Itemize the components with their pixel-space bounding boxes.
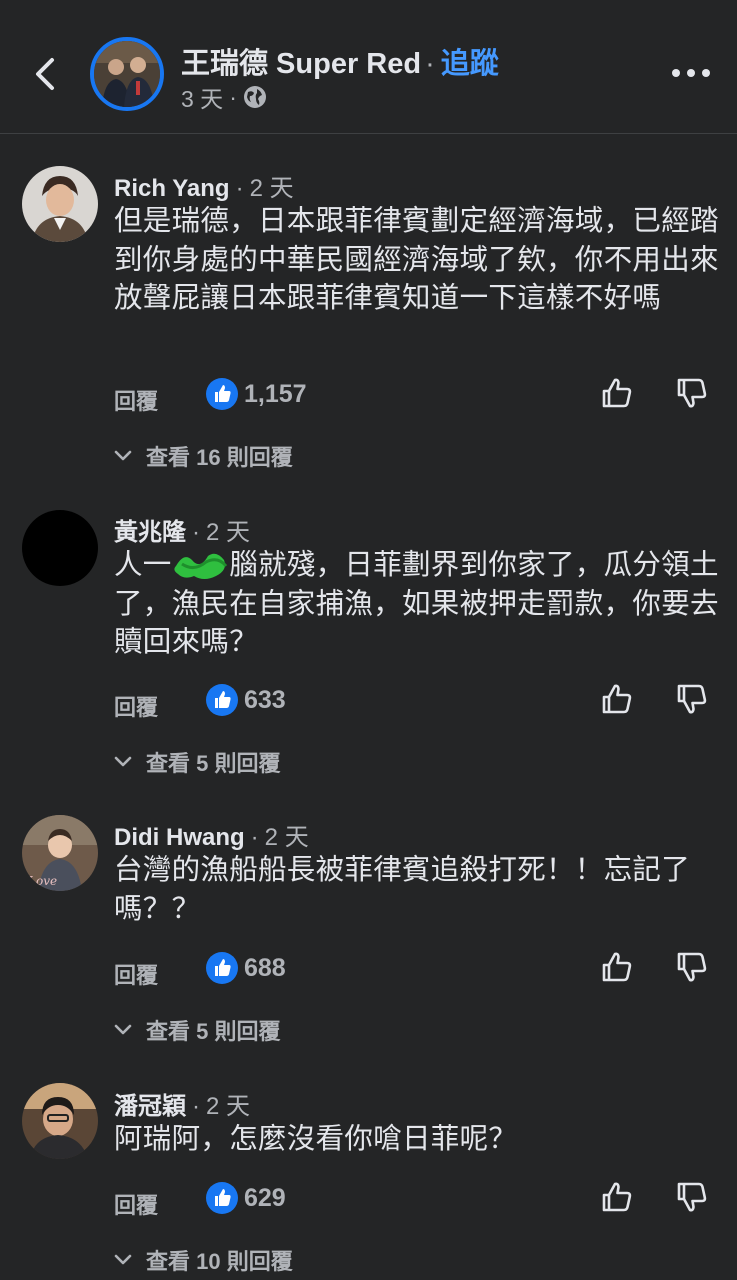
name-dot: · (250, 824, 259, 851)
chevron-left-icon[interactable] (28, 54, 64, 94)
view-replies-button[interactable]: 查看 10 則回覆 (114, 1244, 293, 1276)
comment-text: 台灣的漁船船長被菲律賓追殺打死！！忘記了嗎？？ (114, 854, 691, 925)
chevron-down-icon (114, 1254, 132, 1265)
avatar[interactable] (22, 166, 98, 242)
avatar-photo (22, 510, 98, 586)
commenter-name[interactable]: Didi Hwang (114, 824, 245, 851)
view-replies-label: 查看 16 則回覆 (146, 445, 293, 470)
view-replies-label: 查看 5 則回覆 (146, 751, 281, 776)
view-replies-button[interactable]: 查看 16 則回覆 (114, 440, 293, 472)
name-dot: · (192, 519, 200, 546)
chevron-down-icon (114, 1024, 132, 1035)
page-name[interactable]: 王瑞德 Super Red (181, 48, 421, 80)
name-dot: · (235, 175, 244, 202)
chevron-down-icon (114, 756, 132, 767)
like-count[interactable]: 629 (244, 1184, 286, 1213)
more-horizontal-icon[interactable] (668, 62, 714, 84)
view-replies-label: 查看 5 則回覆 (146, 1019, 281, 1044)
view-replies-button[interactable]: 查看 5 則回覆 (114, 1014, 280, 1046)
like-count[interactable]: 633 (244, 686, 286, 715)
view-replies-label: 查看 10 則回覆 (146, 1249, 293, 1274)
avatar-photo (22, 166, 98, 242)
comment-header: 黃兆隆 · 2 天 (114, 512, 250, 547)
like-reaction-icon (206, 378, 238, 410)
thumbs-up-icon[interactable] (601, 1180, 633, 1214)
like-reaction-icon (206, 684, 238, 716)
comment-actions: 回覆 1,157 (114, 378, 714, 418)
commenter-name[interactable]: 黃兆隆 (114, 519, 186, 546)
comment-time[interactable]: 2 天 (206, 1093, 250, 1120)
page-avatar[interactable] (90, 37, 164, 111)
name-dot: · (192, 1093, 200, 1120)
svg-text:Love: Love (27, 874, 57, 888)
title-separator: · (425, 48, 435, 80)
thumbs-down-icon[interactable] (676, 376, 708, 410)
reply-button[interactable]: 回覆 (114, 384, 158, 416)
comment-actions: 回覆 633 (114, 684, 714, 724)
comment-text: 但是瑞德，日本跟菲律賓劃定經濟海域，已經踏到你身處的中華民國經濟海域了欸，你不用… (114, 205, 719, 314)
reply-button[interactable]: 回覆 (114, 690, 158, 722)
thumbs-down-icon[interactable] (676, 682, 708, 716)
like-reaction-icon (206, 952, 238, 984)
avatar[interactable] (22, 1083, 98, 1159)
meta-dot: · (229, 83, 237, 110)
like-reaction-icon (206, 1182, 238, 1214)
comment-time[interactable]: 2 天 (250, 175, 294, 202)
comment-header: Rich Yang · 2 天 (114, 168, 294, 203)
thumbs-down-icon[interactable] (676, 950, 708, 984)
post-time[interactable]: 3 天 (181, 80, 223, 114)
follow-button[interactable]: 追蹤 (441, 48, 499, 80)
comment-actions: 回覆 688 (114, 952, 714, 992)
page-title: 王瑞德 Super Red · 追蹤 (181, 40, 499, 82)
commenter-name[interactable]: 潘冠穎 (114, 1093, 186, 1120)
post-meta: 3 天 · (181, 80, 267, 114)
globe-icon (243, 86, 266, 108)
comment-time[interactable]: 2 天 (206, 519, 250, 546)
thumbs-up-icon[interactable] (601, 682, 633, 716)
post-header: 王瑞德 Super Red · 追蹤 3 天 · (0, 0, 737, 134)
like-count[interactable]: 1,157 (244, 380, 307, 409)
thumbs-up-icon[interactable] (601, 950, 633, 984)
chevron-down-icon (114, 450, 132, 461)
comment-text: 阿瑞阿，怎麼沒看你嗆日菲呢？ (114, 1123, 518, 1155)
comment-header: Didi Hwang · 2 天 (114, 817, 309, 852)
commenter-name[interactable]: Rich Yang (114, 175, 230, 202)
reply-button[interactable]: 回覆 (114, 1188, 158, 1220)
thumbs-down-icon[interactable] (676, 1180, 708, 1214)
view-replies-button[interactable]: 查看 5 則回覆 (114, 746, 280, 778)
comment-actions: 回覆 629 (114, 1182, 714, 1222)
reply-button[interactable]: 回覆 (114, 958, 158, 990)
avatar-photo (22, 1083, 98, 1159)
avatar-photo: Love (22, 815, 98, 891)
like-count[interactable]: 688 (244, 954, 286, 983)
page-avatar-photo (94, 41, 160, 107)
redaction-scribble (174, 553, 228, 579)
avatar[interactable]: Love (22, 815, 98, 891)
comment-header: 潘冠穎 · 2 天 (114, 1086, 250, 1121)
avatar[interactable] (22, 510, 98, 586)
comment-time[interactable]: 2 天 (265, 824, 309, 851)
thumbs-up-icon[interactable] (601, 376, 633, 410)
